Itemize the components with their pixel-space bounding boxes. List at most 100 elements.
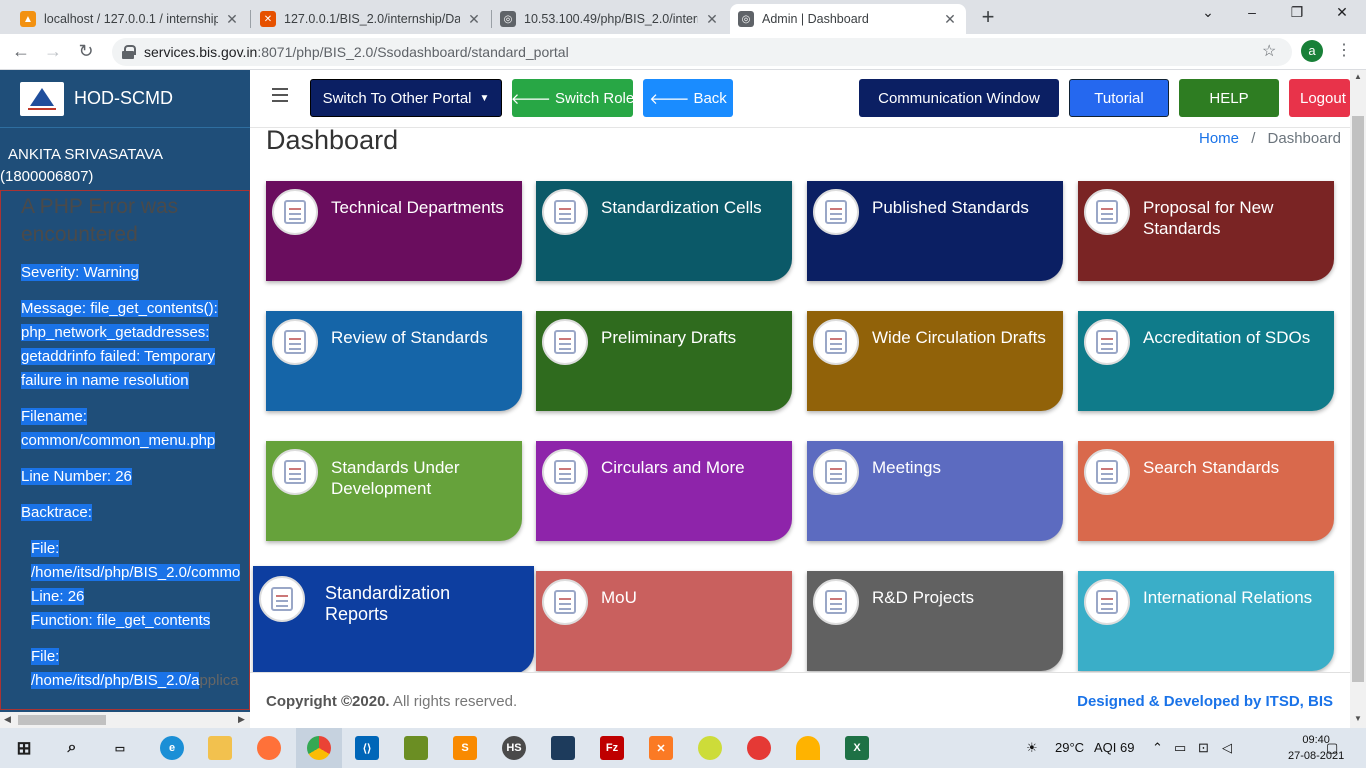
lime-icon[interactable] [698, 736, 722, 760]
notifications-icon[interactable]: ▢ [1326, 740, 1338, 756]
weather-app-icon[interactable] [796, 736, 820, 760]
bt-file-label: File: [31, 648, 60, 665]
tile-label: Standardization Reports [325, 583, 451, 624]
hamburger-menu-icon[interactable] [272, 88, 288, 102]
network-status-icon[interactable]: ⊡ [1198, 740, 1209, 756]
developer-credit[interactable]: Designed & Developed by ITSD, BIS [1077, 693, 1333, 710]
close-tab-icon[interactable]: ✕ [704, 11, 720, 28]
chrome-taskbar-button[interactable] [296, 728, 342, 768]
bookmark-star-icon[interactable]: ☆ [1262, 41, 1276, 61]
tile-technical-departments[interactable]: Technical Departments [266, 181, 522, 281]
error-line: Line Number: 26 [21, 468, 132, 485]
scroll-thumb[interactable] [1352, 116, 1364, 682]
new-tab-icon[interactable]: + [976, 4, 1000, 30]
breadcrumb-separator: / [1251, 130, 1256, 147]
switch-role-button[interactable]: 🡐 Switch Role [511, 79, 634, 117]
explorer-icon[interactable] [208, 736, 232, 760]
switch-portal-dropdown[interactable]: Switch To Other Portal ▼ [310, 79, 502, 117]
scroll-left-icon[interactable]: ◀ [4, 714, 11, 725]
tile-label: Technical Departments [331, 198, 504, 217]
volume-icon[interactable]: ◁ [1222, 740, 1232, 756]
battery-icon[interactable]: ▭ [1174, 740, 1186, 756]
close-tab-icon[interactable]: ✕ [224, 11, 240, 28]
tile-circulars-and-more[interactable]: Circulars and More [536, 441, 792, 541]
tile-search-standards[interactable]: Search Standards [1078, 441, 1334, 541]
browser-tab-1[interactable]: ▲ localhost / 127.0.0.1 / internship ✕ [12, 4, 248, 34]
browser-tab-3[interactable]: ◎ 10.53.100.49/php/BIS_2.0/interns ✕ [492, 4, 728, 34]
search-icon[interactable]: ⌕ [60, 736, 84, 760]
hs-icon[interactable]: HS [502, 736, 526, 760]
excel-icon[interactable]: X [845, 736, 869, 760]
sidebar-horizontal-scrollbar[interactable]: ◀ ▶ [0, 712, 250, 728]
back-button[interactable]: 🡐 Back [643, 79, 733, 117]
help-label: HELP [1209, 89, 1249, 107]
tab-search-icon[interactable]: ⌄ [1196, 4, 1220, 21]
vscode-icon[interactable]: ⟨⟩ [355, 736, 379, 760]
scroll-down-icon[interactable]: ▼ [1354, 714, 1362, 723]
error-filename: common/common_menu.php [21, 432, 216, 449]
bt-file-1: /home/itsd/php/BIS_2.0/commo [31, 564, 241, 581]
reload-icon[interactable]: ↻ [75, 41, 97, 62]
browser-tab-2[interactable]: ✕ 127.0.0.1/BIS_2.0/internship/Dash ✕ [252, 4, 490, 34]
tile-standardization-reports[interactable]: Standardization Reports [253, 566, 534, 674]
tile-review-of-standards[interactable]: Review of Standards [266, 311, 522, 411]
apple-icon[interactable] [747, 736, 771, 760]
logout-button[interactable]: Logout [1289, 79, 1350, 117]
network-icon[interactable] [404, 736, 428, 760]
sublime-icon[interactable]: S [453, 736, 477, 760]
tile-preliminary-drafts[interactable]: Preliminary Drafts [536, 311, 792, 411]
tile-rd-projects[interactable]: R&D Projects [807, 571, 1063, 671]
arrow-left-icon: 🡐 [649, 90, 690, 108]
start-icon[interactable]: ⊞ [12, 736, 36, 760]
temperature[interactable]: 29°C [1055, 740, 1084, 755]
books-icon [813, 189, 859, 235]
forward-nav-icon[interactable]: → [42, 41, 64, 62]
scroll-thumb[interactable] [18, 715, 106, 725]
firefox-icon[interactable] [257, 736, 281, 760]
url-path: :8071/php/BIS_2.0/Ssodashboard/standard_… [257, 44, 569, 60]
profile-avatar[interactable]: a [1301, 40, 1323, 62]
tile-published-standards[interactable]: Published Standards [807, 181, 1063, 281]
xampp-icon[interactable]: ✕ [649, 736, 673, 760]
close-tab-icon[interactable]: ✕ [942, 11, 958, 28]
tray-expand-icon[interactable]: ⌃ [1152, 740, 1163, 756]
tile-accreditation-sdos[interactable]: Accreditation of SDOs [1078, 311, 1334, 411]
breadcrumb-home-link[interactable]: Home [1199, 130, 1239, 147]
browser-menu-icon[interactable]: ⋮ [1336, 40, 1352, 60]
proposal-icon [1084, 189, 1130, 235]
communication-window-button[interactable]: Communication Window [859, 79, 1059, 117]
tile-standardization-cells[interactable]: Standardization Cells [536, 181, 792, 281]
scroll-right-icon[interactable]: ▶ [238, 714, 245, 725]
xampp-icon: ✕ [260, 11, 276, 27]
url-host: services.bis.gov.in [144, 44, 258, 60]
globe-icon: ◎ [738, 11, 754, 27]
back-nav-icon[interactable]: ← [10, 41, 32, 62]
terminal-icon[interactable] [551, 736, 575, 760]
filezilla-icon[interactable]: Fz [600, 736, 624, 760]
tile-standards-under-development[interactable]: Standards Under Development [266, 441, 522, 541]
sidebar-brand[interactable]: HOD-SCMD [0, 70, 250, 128]
logout-label: Logout [1300, 89, 1346, 107]
taskview-icon[interactable]: ▭ [108, 736, 132, 760]
tile-proposal-new-standards[interactable]: Proposal for New Standards [1078, 181, 1334, 281]
browser-tab-4[interactable]: ◎ Admin | Dashboard ✕ [730, 4, 966, 34]
tile-label: International Relations [1143, 588, 1313, 607]
url-field[interactable]: services.bis.gov.in:8071/php/BIS_2.0/Sso… [112, 38, 1292, 66]
scroll-up-icon[interactable]: ▲ [1354, 72, 1362, 81]
top-navbar: Switch To Other Portal ▼ 🡐 Switch Role 🡐… [250, 70, 1350, 128]
help-button[interactable]: HELP [1179, 79, 1279, 117]
tile-meetings[interactable]: Meetings [807, 441, 1063, 541]
tile-mou[interactable]: MoU [536, 571, 792, 671]
page-vertical-scrollbar[interactable]: ▲ ▼ [1350, 70, 1366, 728]
tile-wide-circulation-drafts[interactable]: Wide Circulation Drafts [807, 311, 1063, 411]
close-tab-icon[interactable]: ✕ [466, 11, 482, 28]
tile-international-relations[interactable]: International Relations [1078, 571, 1334, 671]
tutorial-button[interactable]: Tutorial [1069, 79, 1169, 117]
close-window-icon[interactable]: ✕ [1330, 4, 1354, 21]
minimize-icon[interactable]: – [1240, 4, 1264, 20]
bt-line-1: Line: 26 [31, 588, 85, 605]
weather-icon[interactable]: ☀ [1026, 740, 1038, 756]
edge-icon[interactable]: e [160, 736, 184, 760]
restore-icon[interactable]: ❐ [1285, 4, 1309, 21]
aqi[interactable]: AQI 69 [1094, 740, 1134, 755]
